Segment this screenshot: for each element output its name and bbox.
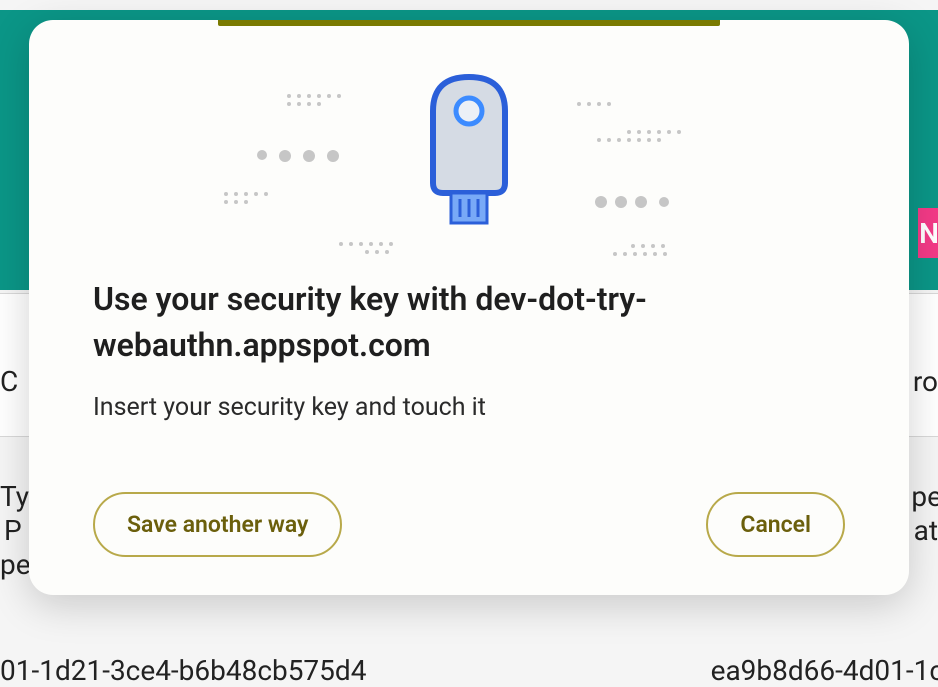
security-key-dialog: Use your security key with dev-dot-try-w…	[29, 20, 909, 595]
decorative-dots	[597, 130, 681, 142]
dialog-title: Use your security key with dev-dot-try-w…	[93, 276, 845, 369]
decorative-dots	[595, 196, 669, 208]
cancel-button[interactable]: Cancel	[706, 492, 845, 557]
dialog-overlay: Use your security key with dev-dot-try-w…	[0, 0, 938, 684]
dialog-message: Insert your security key and touch it	[93, 393, 845, 422]
dialog-actions: Save another way Cancel	[93, 492, 845, 557]
security-key-icon	[423, 71, 515, 231]
decorative-dots	[257, 150, 339, 162]
save-another-way-button[interactable]: Save another way	[93, 492, 342, 557]
decorative-dots	[224, 192, 268, 204]
decorative-dots	[339, 242, 393, 254]
decorative-dots	[613, 244, 667, 256]
decorative-dots	[577, 102, 611, 106]
decorative-dots	[287, 94, 341, 106]
dialog-content: Use your security key with dev-dot-try-w…	[29, 276, 909, 557]
security-key-illustration	[29, 26, 909, 276]
